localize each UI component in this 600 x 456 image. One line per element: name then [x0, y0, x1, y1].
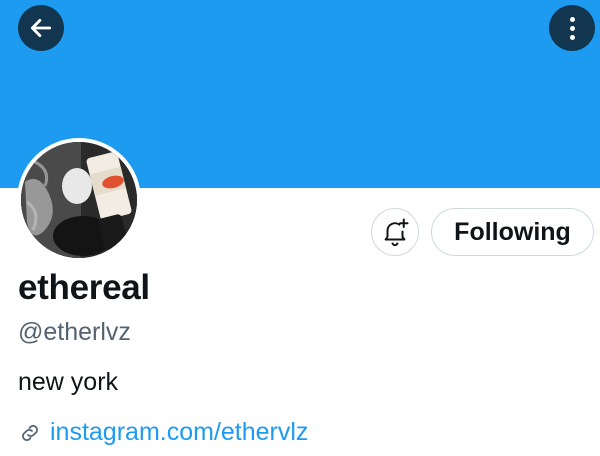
bell-plus-icon [384, 218, 409, 247]
display-name: ethereal [18, 268, 150, 307]
profile-handle: @etherlvz [18, 318, 131, 346]
profile-link-row: instagram.com/ethervlz [18, 418, 308, 447]
back-button[interactable] [18, 5, 64, 51]
profile-page: Following ethereal @etherlvz new york in… [0, 0, 600, 456]
link-icon [18, 421, 42, 445]
more-options-button[interactable] [549, 5, 595, 51]
more-vertical-icon [569, 16, 575, 40]
profile-avatar[interactable] [17, 138, 141, 262]
profile-website-link[interactable]: instagram.com/ethervlz [50, 418, 308, 447]
avatar-photo [21, 142, 137, 258]
profile-bio: new york [18, 368, 119, 396]
arrow-left-icon [30, 19, 52, 37]
notifications-button[interactable] [371, 208, 419, 256]
following-button[interactable]: Following [431, 208, 594, 256]
